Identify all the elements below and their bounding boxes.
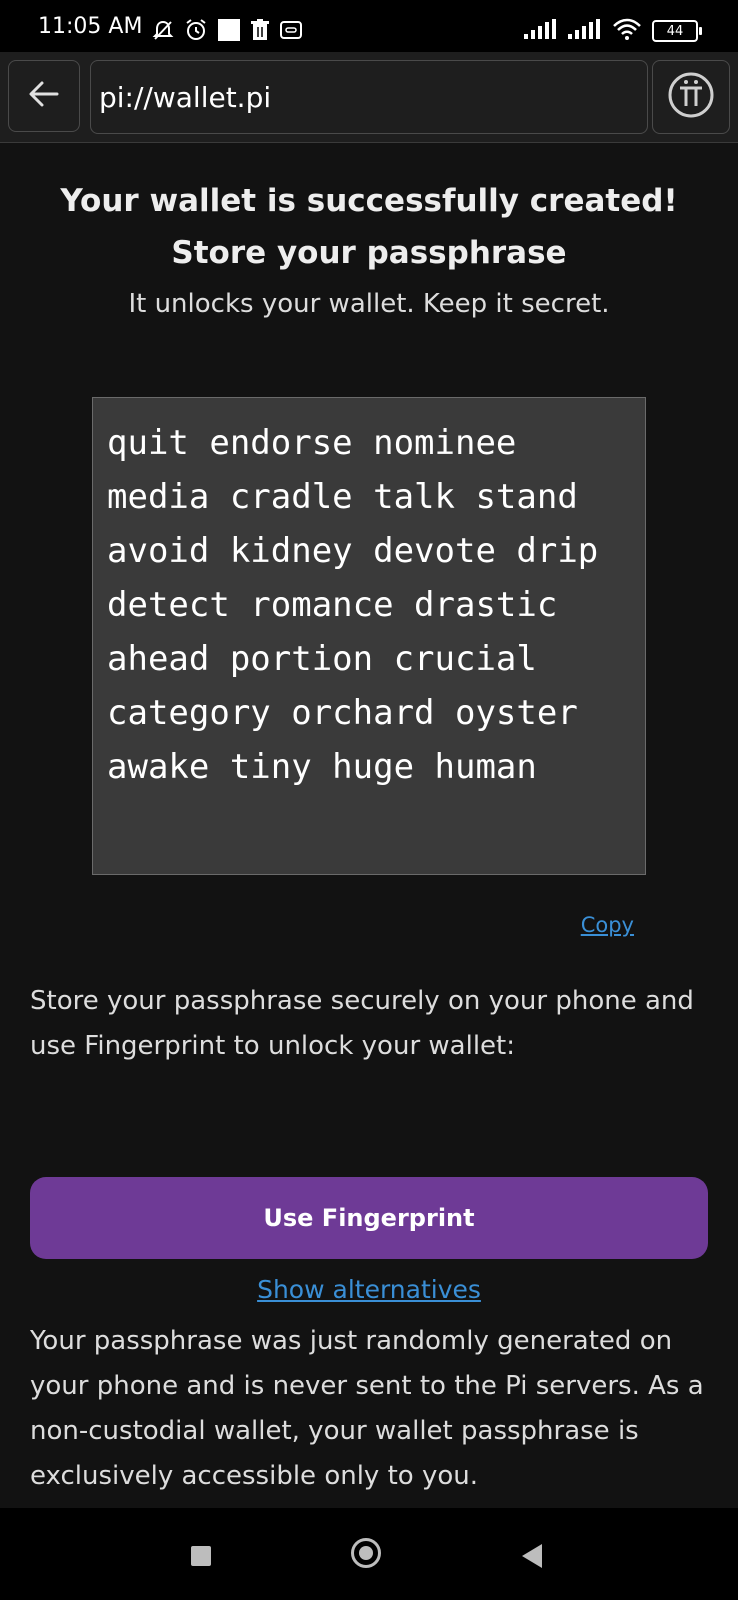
url-text: pi://wallet.pi — [99, 80, 272, 114]
store-instructions: Store your passphrase securely on your p… — [30, 986, 694, 1061]
title-line-1: Your wallet is successfully created! — [60, 183, 678, 219]
pass-icon — [280, 20, 302, 44]
info-text: Your passphrase was just randomly genera… — [30, 1326, 704, 1491]
mute-icon — [152, 19, 174, 45]
home-icon[interactable] — [351, 1538, 381, 1568]
wifi-icon — [612, 18, 642, 44]
title-line-2: Store your passphrase — [171, 235, 567, 271]
alarm-icon — [184, 18, 208, 46]
recents-icon[interactable] — [191, 1546, 211, 1566]
status-left-icons — [152, 18, 302, 46]
passphrase-box[interactable]: quit endorse nominee media cradle talk s… — [92, 397, 646, 875]
wallet-content: Your wallet is successfully created! Sto… — [0, 143, 738, 1508]
back-icon[interactable] — [522, 1544, 542, 1568]
status-bar: 11:05 AM 44 — [0, 0, 738, 52]
pi-logo-icon — [667, 71, 715, 123]
url-field[interactable]: pi://wallet.pi — [90, 60, 648, 134]
page-title: Your wallet is successfully created! Sto… — [0, 175, 738, 279]
trash-icon — [250, 19, 270, 45]
subtitle: It unlocks your wallet. Keep it secret. — [128, 289, 610, 319]
square-icon — [218, 19, 240, 45]
battery-level: 44 — [666, 23, 684, 39]
system-nav-bar — [0, 1508, 738, 1600]
copy-link[interactable]: Copy — [581, 913, 634, 937]
signal-icon — [524, 19, 558, 43]
back-button[interactable] — [8, 60, 80, 132]
pi-menu-button[interactable] — [652, 60, 730, 134]
browser-toolbar: pi://wallet.pi — [0, 52, 738, 143]
status-right-icons: 44 — [524, 18, 702, 44]
use-fingerprint-button[interactable]: Use Fingerprint — [30, 1177, 708, 1259]
battery-icon: 44 — [652, 20, 702, 42]
arrow-left-icon — [27, 80, 61, 112]
signal-icon — [568, 19, 602, 43]
status-time: 11:05 AM — [38, 14, 143, 39]
show-alternatives-link[interactable]: Show alternatives — [0, 1275, 738, 1304]
